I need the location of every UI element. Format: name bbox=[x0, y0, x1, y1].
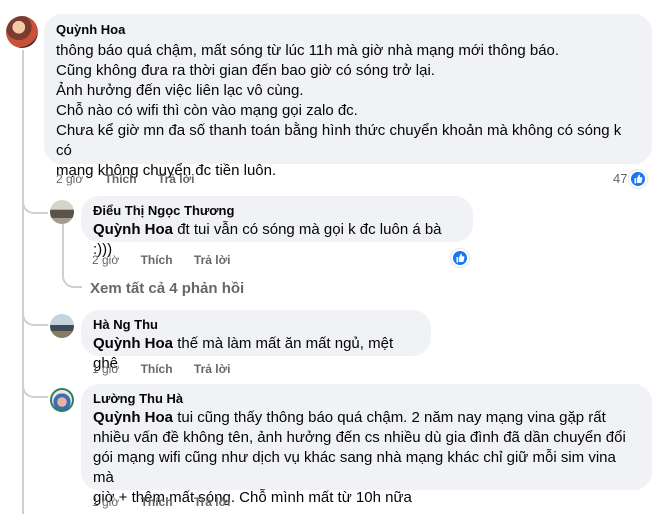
reply-timestamp[interactable]: 2 giờ bbox=[92, 253, 119, 267]
thread-connector-comment-2 bbox=[22, 308, 48, 326]
see-all-replies-link[interactable]: Xem tất cả 4 phản hồi bbox=[90, 279, 244, 299]
like-icon[interactable] bbox=[629, 170, 647, 188]
comment-actions: 1 giờ Thích Trả lời bbox=[92, 361, 248, 377]
like-button[interactable]: Thích bbox=[141, 362, 173, 376]
comment-author[interactable]: Quỳnh Hoa bbox=[56, 22, 640, 38]
comment-bubble: Lường Thu Hà Quỳnh Hoa tui cũng thấy thô… bbox=[81, 384, 652, 506]
comment-timestamp[interactable]: 1 giờ bbox=[92, 495, 119, 509]
thread-line-main bbox=[22, 50, 24, 514]
reply-button[interactable]: Trả lời bbox=[194, 253, 231, 267]
avatar[interactable] bbox=[50, 388, 74, 412]
reply-button[interactable]: Trả lời bbox=[194, 362, 231, 376]
comment-text-line: Ảnh hưởng đến việc liên lạc vô cùng. bbox=[56, 82, 304, 99]
comment-text-line: Chỗ nào có wifi thì còn vào mạng gọi zal… bbox=[56, 102, 358, 119]
comment-author[interactable]: Hà Ng Thu bbox=[93, 317, 419, 333]
avatar[interactable] bbox=[50, 200, 74, 224]
mention-link[interactable]: Quỳnh Hoa bbox=[93, 221, 173, 238]
comment-timestamp[interactable]: 2 giờ bbox=[56, 172, 83, 186]
like-button[interactable]: Thích bbox=[141, 495, 173, 509]
avatar[interactable] bbox=[6, 16, 38, 48]
comment-text-line: tui cũng thấy thông báo quá chậm. 2 năm … bbox=[177, 409, 606, 426]
reply-actions: 2 giờ Thích Trả lời bbox=[92, 252, 248, 268]
thread-connector-comment-3 bbox=[22, 380, 48, 398]
comment-actions: 1 giờ Thích Trả lời bbox=[92, 494, 248, 510]
thread-line-reply bbox=[62, 224, 82, 288]
comment-bubble: Hà Ng Thu Quỳnh Hoa thế mà làm mất ăn mấ… bbox=[81, 310, 431, 372]
comment-text-line: Chưa kể giờ mn đa số thanh toán bằng hìn… bbox=[56, 122, 622, 159]
like-button[interactable]: Thích bbox=[141, 253, 173, 267]
thread-connector-reply bbox=[22, 196, 48, 214]
comment-actions: 2 giờ Thích Trả lời bbox=[56, 171, 212, 187]
comment-timestamp[interactable]: 1 giờ bbox=[92, 362, 119, 376]
reply-bubble: Điểu Thị Ngọc Thương Quỳnh Hoa đt tui vẫ… bbox=[81, 196, 473, 258]
comment-author[interactable]: Lường Thu Hà bbox=[93, 391, 640, 407]
main-comment-bubble: Quỳnh Hoa thông báo quá chậm, mất sóng t… bbox=[44, 14, 652, 179]
mention-link[interactable]: Quỳnh Hoa bbox=[93, 409, 173, 426]
like-icon[interactable] bbox=[451, 249, 469, 267]
comment-text-line: nhiều vấn đề không tên, ảnh hưởng đến cs… bbox=[93, 429, 626, 446]
mention-link[interactable]: Quỳnh Hoa bbox=[93, 335, 173, 352]
comment-text-line: thông báo quá chậm, mất sóng từ lúc 11h … bbox=[56, 42, 560, 59]
avatar[interactable] bbox=[50, 314, 74, 338]
reaction-count[interactable]: 47 bbox=[613, 171, 627, 187]
reply-button[interactable]: Trả lời bbox=[194, 495, 231, 509]
comment-text-line: Cũng không đưa ra thời gian đến bao giờ … bbox=[56, 62, 435, 79]
reply-author[interactable]: Điểu Thị Ngọc Thương bbox=[93, 203, 461, 219]
reply-button[interactable]: Trả lời bbox=[158, 172, 195, 186]
comment-text-line: gói mạng wifi cũng như dịch vụ khác sang… bbox=[93, 449, 616, 486]
like-button[interactable]: Thích bbox=[105, 172, 137, 186]
